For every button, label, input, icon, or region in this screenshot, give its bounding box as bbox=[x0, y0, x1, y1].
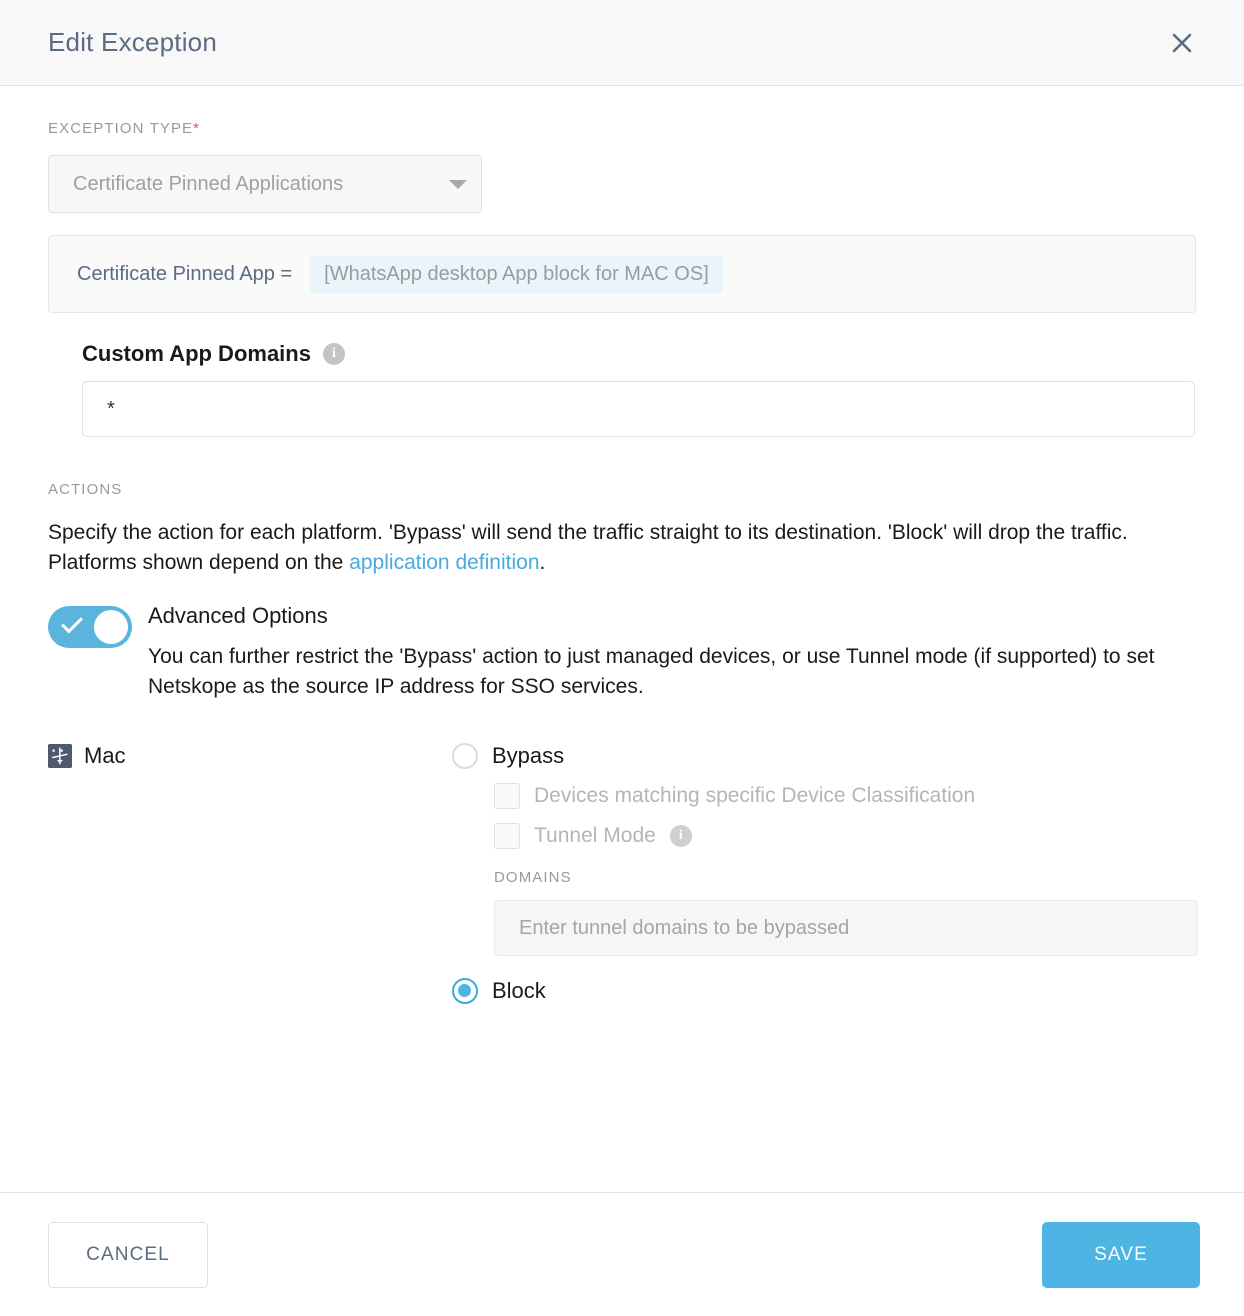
device-classification-label: Devices matching specific Device Classif… bbox=[534, 784, 976, 808]
platform-name-col: Mac bbox=[48, 743, 452, 1004]
mac-finder-icon bbox=[48, 744, 72, 769]
bypass-radio-row[interactable]: Bypass bbox=[452, 743, 1198, 770]
advanced-options-title: Advanced Options bbox=[148, 602, 328, 628]
filter-key-label: Certificate Pinned App = bbox=[77, 262, 293, 285]
filter-row[interactable]: Certificate Pinned App = [WhatsApp deskt… bbox=[48, 235, 1196, 313]
block-radio-label: Block bbox=[492, 978, 546, 1004]
actions-description: Specify the action for each platform. 'B… bbox=[48, 518, 1168, 578]
modal-body: EXCEPTION TYPE* Certificate Pinned Appli… bbox=[0, 86, 1244, 1192]
exception-type-select[interactable]: Certificate Pinned Applications bbox=[48, 155, 482, 213]
tunnel-domains-input[interactable]: Enter tunnel domains to be bypassed bbox=[494, 900, 1198, 957]
advanced-options-row: Advanced Options You can further restric… bbox=[48, 602, 1196, 702]
platform-row-mac: Mac Bypass Devices matching specific Dev… bbox=[48, 743, 1198, 1005]
block-radio[interactable] bbox=[452, 978, 478, 1005]
bypass-radio-label: Bypass bbox=[492, 743, 565, 769]
advanced-options-toggle[interactable] bbox=[48, 605, 132, 648]
advanced-options-text: Advanced Options You can further restric… bbox=[148, 602, 1196, 702]
advanced-options-description: You can further restrict the 'Bypass' ac… bbox=[148, 644, 1155, 698]
modal-header: Edit Exception bbox=[0, 0, 1244, 86]
exception-type-label-text: EXCEPTION TYPE bbox=[48, 120, 194, 137]
exception-type-label: EXCEPTION TYPE* bbox=[48, 120, 1196, 137]
device-classification-checkbox[interactable] bbox=[494, 783, 520, 810]
exception-type-value: Certificate Pinned Applications bbox=[73, 172, 344, 195]
custom-app-domains-title: Custom App Domains bbox=[82, 341, 311, 366]
platform-name-label: Mac bbox=[84, 743, 126, 769]
info-icon[interactable]: i bbox=[322, 343, 345, 365]
custom-app-domains-header: Custom App Domains i bbox=[82, 341, 1196, 367]
domains-label: DOMAINS bbox=[494, 869, 572, 887]
check-icon bbox=[61, 611, 83, 634]
platform-name: Mac bbox=[48, 743, 452, 769]
platform-options-col: Bypass Devices matching specific Device … bbox=[452, 743, 1198, 1005]
save-button[interactable]: SAVE bbox=[1042, 1221, 1200, 1288]
actions-label: ACTIONS bbox=[48, 481, 123, 498]
filter-value-chip[interactable]: [WhatsApp desktop App block for MAC OS] bbox=[310, 255, 723, 293]
tunnel-mode-row[interactable]: Tunnel Mode i bbox=[494, 823, 1198, 850]
actions-description-part1: Specify the action for each platform. 'B… bbox=[48, 521, 1128, 574]
close-icon bbox=[1172, 33, 1192, 52]
tunnel-mode-checkbox[interactable] bbox=[494, 823, 520, 850]
cancel-button[interactable]: CANCEL bbox=[48, 1221, 208, 1288]
custom-app-domains-block: Custom App Domains i * bbox=[48, 341, 1196, 437]
info-icon[interactable]: i bbox=[669, 825, 692, 848]
custom-app-domains-input[interactable]: * bbox=[82, 381, 1195, 437]
bypass-sub-options: Devices matching specific Device Classif… bbox=[452, 783, 1198, 957]
required-marker: * bbox=[193, 120, 201, 137]
toggle-knob bbox=[94, 609, 128, 644]
block-radio-row[interactable]: Block bbox=[452, 978, 1198, 1005]
application-definition-link[interactable]: application definition bbox=[349, 551, 539, 574]
tunnel-mode-label: Tunnel Mode bbox=[534, 824, 656, 848]
chevron-down-icon bbox=[449, 179, 467, 189]
bypass-radio[interactable] bbox=[452, 743, 478, 770]
actions-description-part2: . bbox=[539, 550, 546, 574]
page-title: Edit Exception bbox=[48, 27, 218, 57]
edit-exception-modal: Edit Exception EXCEPTION TYPE* Certifica… bbox=[0, 0, 1244, 1316]
close-button[interactable] bbox=[1160, 21, 1204, 65]
modal-footer: CANCEL SAVE bbox=[0, 1192, 1244, 1316]
device-classification-row[interactable]: Devices matching specific Device Classif… bbox=[494, 783, 1198, 810]
